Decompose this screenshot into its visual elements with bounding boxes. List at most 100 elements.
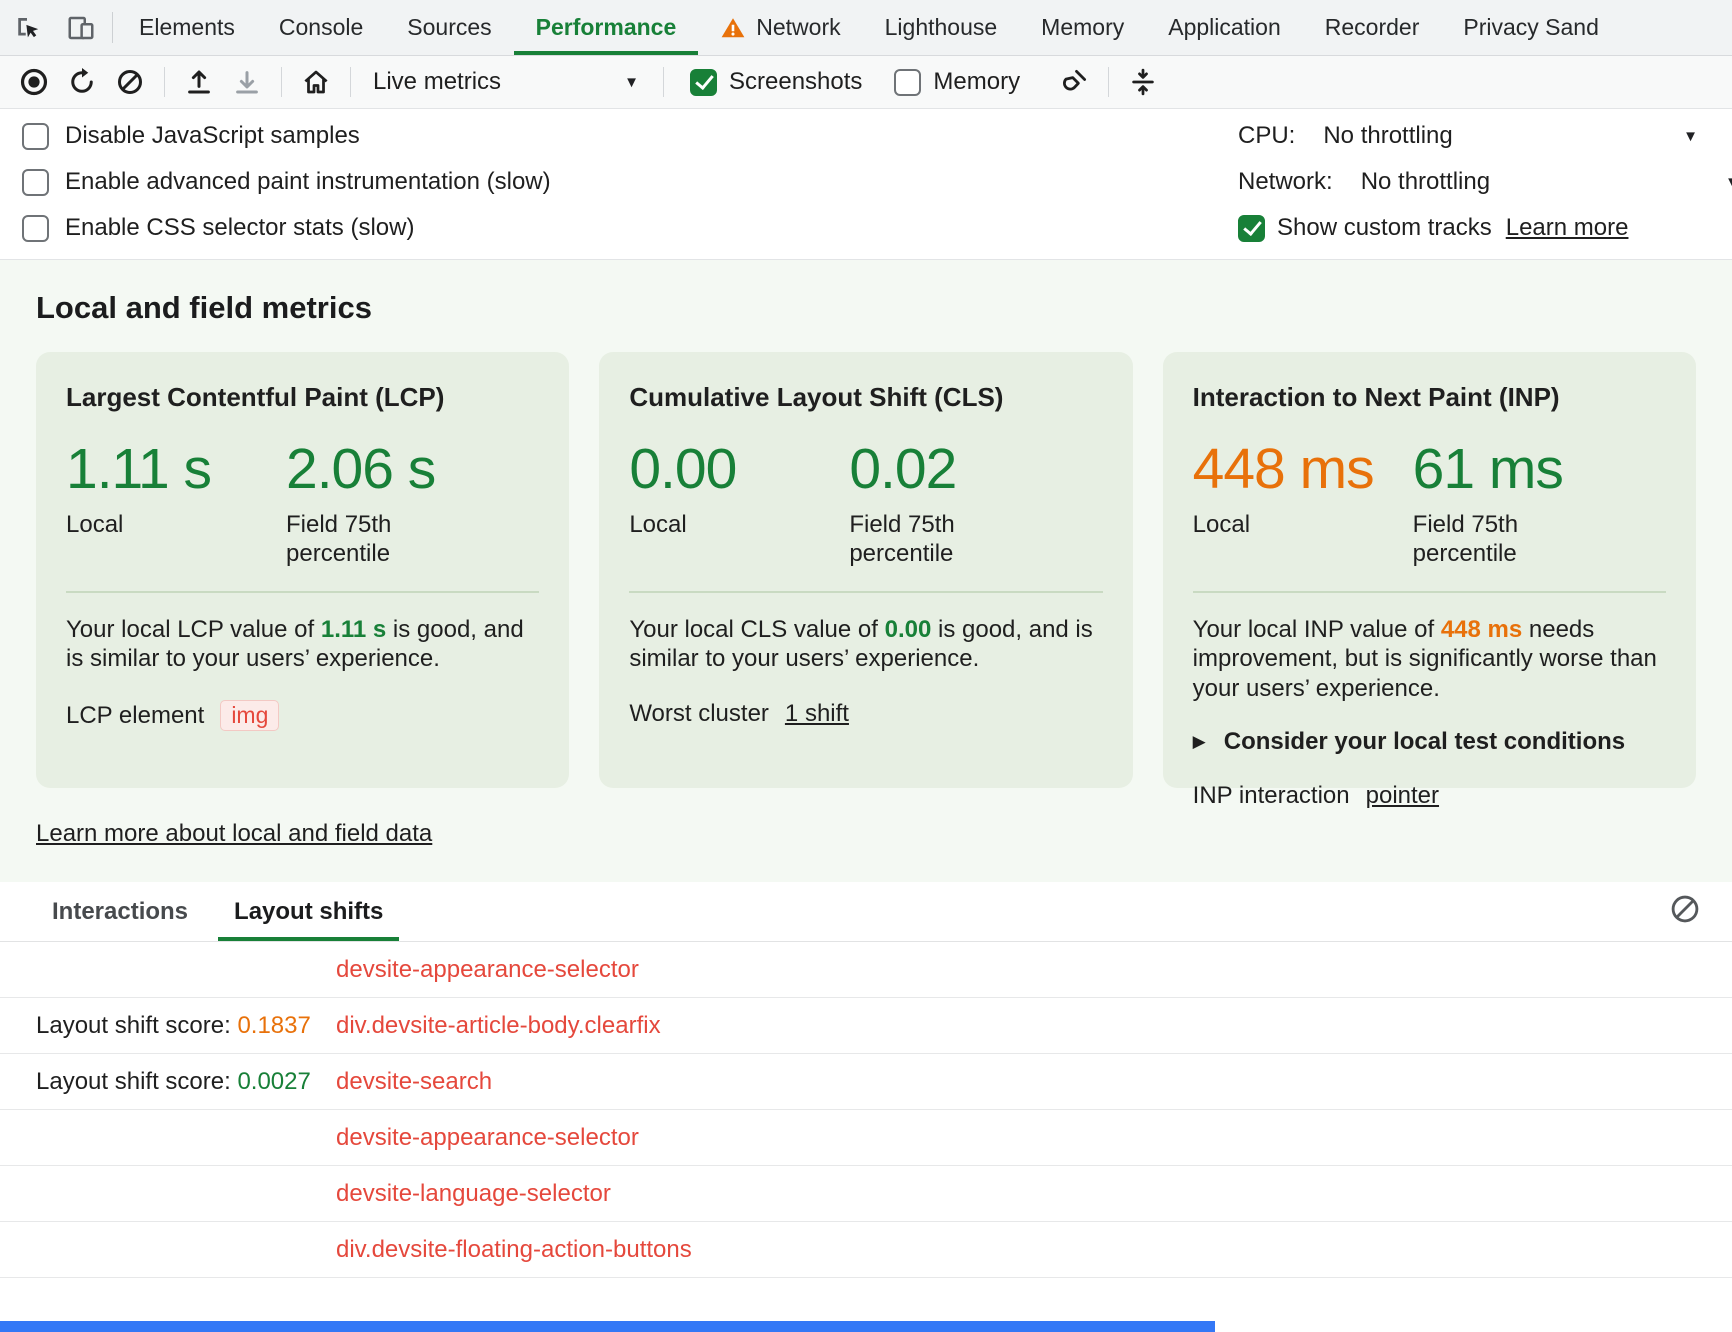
card-divider <box>629 591 1102 593</box>
live-metrics-logs: Interactions Layout shifts devsite-appea… <box>0 882 1732 1278</box>
record-button[interactable] <box>10 60 58 104</box>
cls-values: 0.00 Local 0.02 Field 75th percentile <box>629 441 1102 569</box>
settings-pane: Disable JavaScript samples Enable advanc… <box>0 109 1732 260</box>
screenshots-label: Screenshots <box>729 68 862 96</box>
screenshots-checkbox-box[interactable] <box>690 69 717 96</box>
warning-icon <box>720 15 746 41</box>
layout-shift-row: devsite-language-selector <box>0 1166 1732 1222</box>
inp-description: Your local INP value of 448 ms needs imp… <box>1193 615 1666 704</box>
inp-card: Interaction to Next Paint (INP) 448 ms L… <box>1163 352 1696 788</box>
lcp-card: Largest Contentful Paint (LCP) 1.11 s Lo… <box>36 352 569 788</box>
memory-checkbox-box[interactable] <box>894 69 921 96</box>
clear-log-button[interactable] <box>1668 892 1702 931</box>
cls-description: Your local CLS value of 0.00 is good, an… <box>629 615 1102 675</box>
separator <box>164 67 165 97</box>
lcp-element-row: LCP element img <box>66 700 539 731</box>
element-link[interactable]: devsite-appearance-selector <box>336 1124 639 1152</box>
clear-button[interactable] <box>106 60 154 104</box>
lcp-element-label: LCP element <box>66 702 204 730</box>
inp-interaction-link[interactable]: pointer <box>1366 782 1439 810</box>
local-field-learn-more-link[interactable]: Learn more about local and field data <box>36 820 432 848</box>
layout-shift-row: devsite-appearance-selector <box>0 1110 1732 1166</box>
tab-recorder[interactable]: Recorder <box>1303 0 1442 55</box>
cpu-label: CPU: <box>1238 122 1295 150</box>
home-button[interactable] <box>292 60 340 104</box>
element-link[interactable]: devsite-language-selector <box>336 1180 611 1208</box>
lcp-element-link[interactable]: img <box>220 700 279 731</box>
cpu-throttling-row: CPU: No throttling ▼ <box>1238 113 1698 159</box>
cls-local-value: 0.00 <box>629 441 817 498</box>
lcp-field-value: 2.06 s <box>286 441 446 498</box>
worst-cluster-link[interactable]: 1 shift <box>785 700 849 728</box>
local-label: Local <box>1193 510 1353 539</box>
custom-tracks-row: Show custom tracks Learn more <box>1238 205 1698 251</box>
cls-card-title: Cumulative Layout Shift (CLS) <box>629 382 1102 413</box>
tab-console[interactable]: Console <box>257 0 385 55</box>
tab-label: Recorder <box>1325 14 1420 41</box>
desc-text: Your local CLS value of <box>629 616 884 643</box>
expando-label: Consider your local test conditions <box>1224 728 1625 756</box>
show-custom-tracks-checkbox[interactable]: Show custom tracks <box>1238 214 1492 242</box>
disable-js-samples-checkbox-box[interactable] <box>22 123 49 150</box>
load-profile-button[interactable] <box>175 60 223 104</box>
advanced-paint-checkbox-box[interactable] <box>22 169 49 196</box>
screenshots-checkbox[interactable]: Screenshots <box>690 68 862 96</box>
chevron-down-icon: ▼ <box>624 75 639 90</box>
tab-layout-shifts[interactable]: Layout shifts <box>218 882 399 941</box>
local-label: Local <box>66 510 226 539</box>
network-throttling-select[interactable]: No throttling ▼ <box>1361 168 1732 196</box>
metric-cards: Largest Contentful Paint (LCP) 1.11 s Lo… <box>36 352 1696 788</box>
local-label: Local <box>629 510 789 539</box>
network-throttling-value: No throttling <box>1361 168 1490 196</box>
home-icon <box>301 67 331 97</box>
upload-profile-icon <box>184 67 214 97</box>
inp-local-conditions-expando[interactable]: ▶ Consider your local test conditions <box>1193 728 1666 756</box>
save-profile-button[interactable] <box>223 60 271 104</box>
network-throttling-row: Network: No throttling ▼ <box>1238 159 1732 205</box>
chevron-down-icon: ▼ <box>1725 175 1732 190</box>
element-link[interactable]: devsite-appearance-selector <box>336 956 639 984</box>
tab-memory[interactable]: Memory <box>1019 0 1146 55</box>
separator <box>281 67 282 97</box>
tab-elements[interactable]: Elements <box>117 0 257 55</box>
tab-application[interactable]: Application <box>1146 0 1303 55</box>
card-divider <box>1193 591 1666 593</box>
inspect-element-button[interactable] <box>0 0 54 55</box>
element-link[interactable]: devsite-search <box>336 1068 492 1096</box>
tab-label: Memory <box>1041 14 1124 41</box>
tab-sources[interactable]: Sources <box>385 0 513 55</box>
toggle-device-toolbar-button[interactable] <box>54 0 108 55</box>
inp-local-value: 448 ms <box>1193 441 1381 498</box>
collect-garbage-button[interactable] <box>1050 60 1098 104</box>
element-link[interactable]: div.devsite-floating-action-buttons <box>336 1236 692 1264</box>
record-and-reload-button[interactable] <box>58 60 106 104</box>
tab-privacy-sandbox[interactable]: Privacy Sand <box>1441 0 1621 55</box>
memory-checkbox[interactable]: Memory <box>894 68 1020 96</box>
network-label: Network: <box>1238 168 1333 196</box>
tab-interactions[interactable]: Interactions <box>36 882 204 941</box>
separator <box>1108 67 1109 97</box>
layout-shift-row: Layout shift score: 0.0027 devsite-searc… <box>0 1054 1732 1110</box>
record-icon <box>18 66 50 98</box>
tab-performance[interactable]: Performance <box>514 0 699 55</box>
css-selector-stats-checkbox-box[interactable] <box>22 215 49 242</box>
disable-js-samples-label: Disable JavaScript samples <box>65 122 360 150</box>
show-custom-tracks-checkbox-box[interactable] <box>1238 215 1265 242</box>
inp-card-title: Interaction to Next Paint (INP) <box>1193 382 1666 413</box>
tab-lighthouse[interactable]: Lighthouse <box>863 0 1020 55</box>
live-metrics-label: Live metrics <box>373 68 501 96</box>
inspect-cursor-icon <box>12 13 42 43</box>
reload-icon <box>67 67 97 97</box>
custom-tracks-learn-more-link[interactable]: Learn more <box>1506 214 1629 242</box>
live-metrics-select[interactable]: Live metrics ▼ <box>361 68 653 96</box>
desc-text: Your local LCP value of <box>66 616 321 643</box>
local-field-metrics-section: Local and field metrics Largest Contentf… <box>0 260 1732 882</box>
toolbar-settings-toggle-button[interactable] <box>1119 60 1167 104</box>
clear-icon <box>115 67 145 97</box>
cls-inline-value: 0.00 <box>885 616 932 643</box>
element-link[interactable]: div.devsite-article-body.clearfix <box>336 1012 661 1040</box>
device-toolbar-icon <box>66 13 96 43</box>
field-label: Field 75th percentile <box>849 510 1009 569</box>
tab-network[interactable]: Network <box>698 0 862 55</box>
cpu-throttling-select[interactable]: No throttling ▼ <box>1323 122 1698 150</box>
